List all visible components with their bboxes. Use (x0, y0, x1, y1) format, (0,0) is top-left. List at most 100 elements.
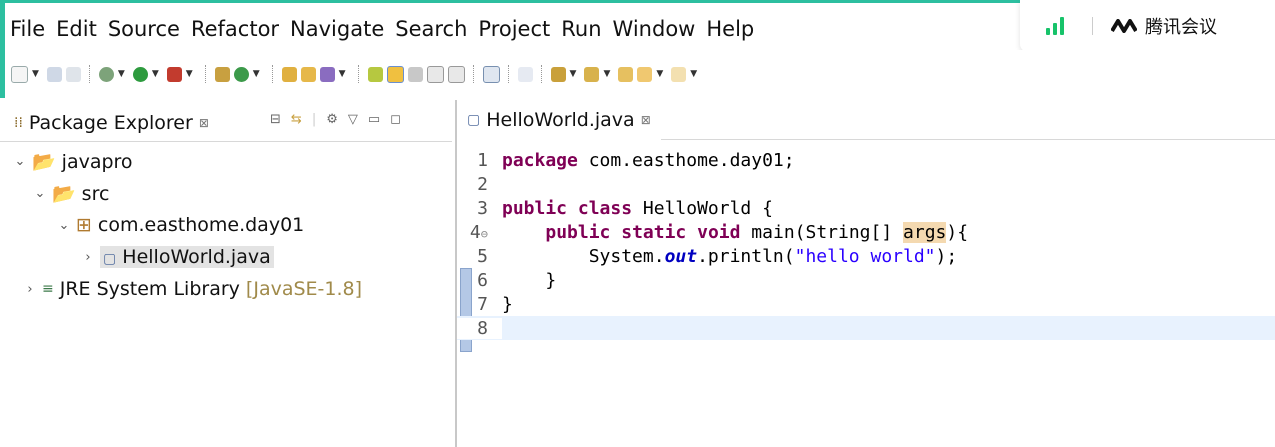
expand-chevron-icon[interactable]: › (24, 282, 36, 297)
next-annotation-icon[interactable] (550, 66, 566, 82)
save-icon[interactable] (46, 66, 62, 82)
code-line[interactable]: 1 package com.easthome.day01; (457, 148, 1275, 172)
tree-item-label: HelloWorld.java (122, 246, 271, 268)
menu-source[interactable]: Source (108, 17, 180, 41)
line-number: 6 (477, 269, 488, 291)
package-explorer-tab-bar: ⁞⁞ Package Explorer ⊠ ⊟ ⇆ | ⚙ ▽ ▭ ◻ (0, 100, 452, 142)
expand-chevron-icon[interactable]: › (82, 250, 94, 265)
line-number: 7 (477, 293, 488, 315)
meeting-floating-bar[interactable]: 腾讯会议 (1020, 0, 1275, 52)
new-java-project-icon[interactable] (214, 66, 230, 82)
tree-item-selected: ▢ HelloWorld.java (100, 246, 274, 268)
fold-collapse-icon[interactable]: ⊖ (481, 227, 488, 241)
collapse-all-icon[interactable]: ⊟ (270, 112, 281, 127)
tree-item-helloworld-java[interactable]: › ▢ HelloWorld.java (82, 246, 274, 268)
editor-area: ▢ HelloWorld.java ⊠ 1 package com.easthom… (455, 100, 1275, 447)
code-text: } (545, 269, 557, 291)
forward-arrow-icon[interactable] (671, 66, 687, 82)
menu-edit[interactable]: Edit (56, 17, 97, 41)
toolbar-separator (540, 65, 543, 83)
toolbar: ▼ ▼ ▼ ▼ ▼ ▼ ▼ ▼ ▼ ▼ (0, 50, 1275, 98)
open-resource-icon[interactable] (300, 66, 316, 82)
chevron-down-icon[interactable]: ▼ (570, 69, 577, 79)
menu-search[interactable]: Search (395, 17, 467, 41)
previous-annotation-icon[interactable] (584, 66, 600, 82)
tree-item-javapro[interactable]: ⌄ 📂 javapro (14, 150, 133, 174)
expand-chevron-icon[interactable]: ⌄ (34, 186, 46, 201)
meeting-app-name: 腾讯会议 (1145, 17, 1217, 38)
code-editor[interactable]: 1 package com.easthome.day01; 2 3 public c… (457, 144, 1275, 444)
keyword: public (545, 221, 611, 243)
save-all-icon[interactable] (65, 66, 81, 82)
block-selection-icon[interactable] (407, 66, 423, 82)
tencent-meeting-logo-icon (1111, 19, 1137, 33)
menu-file[interactable]: File (10, 17, 45, 41)
tree-item-src[interactable]: ⌄ 📂 src (34, 182, 110, 206)
expand-chevron-icon[interactable]: ⌄ (58, 218, 70, 233)
new-class-icon[interactable] (233, 66, 249, 82)
package-explorer-title: Package Explorer (28, 112, 193, 134)
code-line[interactable]: 3 public class HelloWorld { (457, 196, 1275, 220)
search-tool-icon[interactable] (319, 66, 335, 82)
keyword: void (697, 221, 741, 243)
back-arrow-icon[interactable] (637, 66, 653, 82)
signal-strength-icon (1046, 17, 1064, 35)
tree-item-package[interactable]: ⌄ ⊞ com.easthome.day01 (58, 214, 305, 236)
chevron-down-icon[interactable]: ▼ (690, 69, 697, 79)
code-line[interactable]: 4⊖ public static void main(String[] args… (457, 220, 1275, 244)
chevron-down-icon[interactable]: ▼ (339, 69, 346, 79)
chevron-down-icon[interactable]: ▼ (32, 69, 39, 79)
code-line[interactable]: 2 (457, 172, 1275, 196)
toggle-breadcrumb-icon[interactable] (367, 66, 383, 82)
console-icon[interactable] (482, 65, 500, 83)
close-tab-icon[interactable]: ⊠ (641, 113, 651, 127)
editor-tab-label: HelloWorld.java (486, 109, 635, 131)
tree-item-label: JRE System Library (59, 278, 240, 300)
source-folder-icon: 📂 (52, 183, 76, 205)
editor-tab-helloworld[interactable]: ▢ HelloWorld.java ⊠ (457, 100, 661, 140)
chevron-down-icon[interactable]: ▼ (603, 69, 610, 79)
chevron-down-icon[interactable]: ▼ (152, 69, 159, 79)
run-icon[interactable] (132, 66, 148, 82)
static-field: out (664, 245, 698, 267)
toolbar-separator (271, 65, 274, 83)
word-wrap-icon[interactable] (426, 65, 444, 83)
menu-refactor[interactable]: Refactor (191, 17, 279, 41)
chevron-down-icon[interactable]: ▼ (186, 69, 193, 79)
chevron-down-icon[interactable]: ▼ (118, 69, 125, 79)
close-tab-icon[interactable]: ⊠ (199, 116, 209, 130)
new-icon[interactable] (11, 65, 28, 83)
toolbar-icons: ▼ ▼ ▼ ▼ ▼ ▼ ▼ ▼ ▼ ▼ (11, 65, 701, 83)
menu-project[interactable]: Project (478, 17, 550, 41)
menu-help[interactable]: Help (706, 17, 754, 41)
meeting-app[interactable]: 腾讯会议 (1111, 13, 1217, 39)
view-menu-icon[interactable]: ▽ (348, 112, 358, 127)
open-type-icon[interactable] (281, 66, 297, 82)
keyword: public (502, 197, 568, 219)
code-line[interactable]: 6 } (457, 268, 1275, 292)
expand-chevron-icon[interactable]: ⌄ (14, 154, 26, 169)
tree-item-jre-library[interactable]: › ≡ JRE System Library [JavaSE-1.8] (24, 278, 362, 300)
minimize-icon[interactable]: ▭ (368, 112, 380, 127)
maximize-icon[interactable]: ◻ (390, 112, 401, 127)
external-tools-icon[interactable] (166, 66, 182, 82)
keyword: package (502, 149, 578, 171)
skip-breakpoints-icon[interactable] (517, 66, 533, 82)
package-explorer-view: ⁞⁞ Package Explorer ⊠ ⊟ ⇆ | ⚙ ▽ ▭ ◻ ⌄ 📂 … (0, 100, 452, 447)
code-line-current[interactable]: 8 (457, 316, 1275, 340)
code-line[interactable]: 5 System. out .println("hello world"); (457, 244, 1275, 268)
package-explorer-tab[interactable]: ⁞⁞ Package Explorer ⊠ (14, 112, 209, 134)
jre-version-label: [JavaSE-1.8] (245, 278, 363, 300)
chevron-down-icon[interactable]: ▼ (656, 69, 663, 79)
chevron-down-icon[interactable]: ▼ (253, 69, 260, 79)
last-edit-location-icon[interactable] (618, 66, 634, 82)
show-whitespace-icon[interactable] (447, 65, 465, 83)
debug-icon[interactable] (98, 66, 114, 82)
mark-occurrences-icon[interactable] (386, 65, 404, 83)
code-line[interactable]: 7} (457, 292, 1275, 316)
menu-navigate[interactable]: Navigate (290, 17, 384, 41)
filters-icon[interactable]: ⚙ (326, 112, 338, 127)
link-with-editor-icon[interactable]: ⇆ (291, 112, 302, 127)
menu-run[interactable]: Run (561, 17, 601, 41)
menu-window[interactable]: Window (613, 17, 696, 41)
